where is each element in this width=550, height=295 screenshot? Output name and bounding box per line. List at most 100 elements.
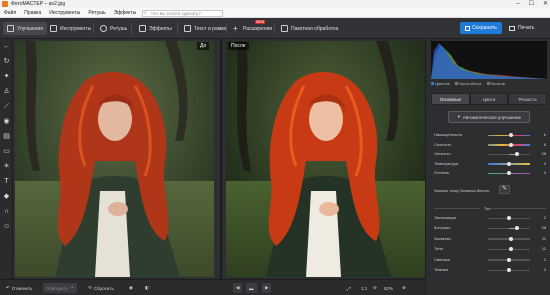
slider-label: Засветки bbox=[434, 235, 451, 241]
slider-track[interactable] bbox=[488, 216, 530, 220]
crop-icon bbox=[50, 25, 57, 32]
toolbar-divider bbox=[274, 23, 275, 34]
before-label: До bbox=[197, 42, 210, 50]
slider-track[interactable] bbox=[488, 152, 530, 157]
zoom-in-icon[interactable]: ⊕ bbox=[402, 283, 406, 293]
slider-knob[interactable] bbox=[514, 226, 519, 231]
vignette-icon[interactable]: ▭ bbox=[3, 148, 10, 155]
undo-button[interactable]: ↶ Отменить bbox=[6, 283, 32, 293]
compare-icon[interactable]: ◧ bbox=[145, 283, 149, 293]
slider-value: 0 bbox=[543, 170, 546, 176]
bottom-bar: ↶ Отменить Повторить ↷ ⟲ Сбросить ◉ ◧ ◀ … bbox=[0, 279, 425, 295]
tab-batch[interactable]: Пакетная обработка bbox=[277, 22, 342, 35]
menu-item[interactable]: Файл bbox=[4, 8, 16, 18]
next-image-button[interactable]: ▶ bbox=[262, 283, 272, 293]
fill-icon[interactable]: ◆ bbox=[3, 193, 10, 200]
slider-knob[interactable] bbox=[507, 257, 511, 262]
auto-enhance-button[interactable]: ✦ Автоматическое улучшение bbox=[448, 111, 530, 123]
slider-knob[interactable] bbox=[507, 171, 511, 176]
gradient-icon[interactable]: ▤ bbox=[3, 133, 10, 140]
tab-label: Расширения bbox=[243, 25, 273, 32]
slider-track[interactable] bbox=[488, 236, 530, 241]
mode-color[interactable]: Цветное bbox=[431, 82, 450, 86]
reset-button[interactable]: ⟲ Сбросить bbox=[88, 283, 114, 293]
tab-colors[interactable]: Цвета bbox=[469, 93, 509, 105]
prev-image-button[interactable]: ◀ bbox=[233, 283, 243, 293]
slider-row: Светлые 1 bbox=[434, 256, 546, 264]
face-icon[interactable]: ☺ bbox=[3, 223, 10, 230]
radio-icon bbox=[431, 82, 434, 85]
print-label: Печать bbox=[518, 25, 535, 31]
search-placeholder: Что вы хотите сделать? bbox=[151, 11, 201, 16]
mode-label: Цветное bbox=[435, 81, 450, 86]
tone-header: Тон bbox=[484, 206, 491, 211]
menu-item[interactable]: Инструменты bbox=[49, 8, 80, 18]
slider-track[interactable] bbox=[488, 133, 530, 137]
rotate-icon[interactable]: ↻ bbox=[3, 58, 10, 65]
radio-icon bbox=[486, 82, 490, 85]
slider-track[interactable] bbox=[488, 247, 530, 252]
divider bbox=[492, 208, 546, 209]
magic-wand-icon[interactable]: ✦ bbox=[3, 73, 10, 80]
eyedropper-icon[interactable]: ✎ bbox=[499, 185, 510, 194]
slider-track[interactable] bbox=[488, 226, 530, 231]
tab-tools[interactable]: Инструменты bbox=[46, 22, 95, 35]
tab-label: Ретушь bbox=[110, 25, 128, 32]
tab-extensions[interactable]: + Расширения bbox=[229, 22, 276, 35]
slider-value: 2 bbox=[543, 215, 546, 220]
menu-item[interactable]: Эффекты bbox=[114, 8, 137, 18]
slider-knob[interactable] bbox=[514, 152, 519, 157]
compare-divider[interactable] bbox=[220, 39, 222, 279]
tab-basic[interactable]: Основные bbox=[431, 93, 470, 105]
mode-negative[interactable]: Негатив bbox=[486, 82, 505, 86]
radial-filter-icon[interactable]: ◉ bbox=[3, 118, 10, 125]
menu-item[interactable]: Правка bbox=[24, 8, 41, 18]
slider-knob[interactable] bbox=[507, 161, 511, 166]
tab-sharpness[interactable]: Резкость bbox=[508, 93, 548, 105]
eye-icon[interactable]: ◉ bbox=[129, 283, 133, 293]
print-button[interactable]: Печать bbox=[506, 22, 546, 34]
close-icon[interactable]: ✕ bbox=[543, 0, 548, 8]
stamp-icon[interactable]: ♙ bbox=[3, 88, 10, 95]
magnet-icon[interactable]: ∩ bbox=[3, 208, 10, 215]
gallery-button[interactable]: ▬ bbox=[246, 283, 257, 293]
slider-knob[interactable] bbox=[507, 216, 512, 220]
mode-bw[interactable]: Черно-белое bbox=[454, 82, 482, 86]
save-button[interactable]: Сохранить bbox=[460, 22, 502, 34]
tab-text-frames[interactable]: Текст и рамки bbox=[180, 22, 230, 35]
redo-button[interactable]: Повторить ↷ bbox=[43, 283, 77, 293]
histogram bbox=[431, 41, 547, 79]
slider-knob[interactable] bbox=[509, 133, 514, 137]
light-icon[interactable]: ☀ bbox=[3, 163, 10, 170]
tab-retouch[interactable]: Ретушь bbox=[96, 22, 131, 35]
slider-row: Оттенок 0 bbox=[434, 169, 546, 177]
brush-icon[interactable]: ⟋ bbox=[3, 103, 10, 110]
new-badge: NEW bbox=[255, 20, 266, 24]
text-tool-icon[interactable]: T bbox=[3, 178, 10, 185]
menu-item[interactable]: Ретушь bbox=[88, 8, 105, 18]
back-arrow-icon[interactable]: ← bbox=[3, 43, 10, 50]
search-input[interactable]: ⌕ Что вы хотите сделать? bbox=[142, 10, 223, 17]
slider-track[interactable] bbox=[488, 161, 530, 166]
fit-screen-icon[interactable]: ⤢ bbox=[347, 283, 351, 293]
slider-knob[interactable] bbox=[509, 142, 514, 147]
toolbar-divider bbox=[226, 23, 227, 34]
slider-track[interactable] bbox=[488, 268, 530, 272]
after-photo[interactable] bbox=[226, 41, 425, 277]
zoom-level[interactable]: 52% bbox=[384, 283, 393, 293]
actual-size-button[interactable]: 1:1 bbox=[361, 283, 367, 293]
minimize-icon[interactable]: – bbox=[516, 0, 519, 8]
slider-knob[interactable] bbox=[509, 236, 514, 241]
maximize-icon[interactable]: ☐ bbox=[529, 0, 534, 8]
slider-track[interactable] bbox=[488, 171, 530, 176]
slider-row: Засветки 11 bbox=[434, 235, 546, 243]
zoom-out-icon[interactable]: ⊖ bbox=[373, 283, 377, 293]
tab-enhancements[interactable]: Улучшения bbox=[3, 22, 47, 35]
brush-icon bbox=[100, 25, 107, 32]
slider-knob[interactable] bbox=[509, 247, 514, 252]
slider-track[interactable] bbox=[488, 257, 530, 262]
before-photo[interactable] bbox=[15, 41, 214, 277]
slider-knob[interactable] bbox=[507, 268, 511, 272]
slider-track[interactable] bbox=[488, 142, 530, 147]
tab-effects[interactable]: Эффекты bbox=[135, 22, 176, 35]
